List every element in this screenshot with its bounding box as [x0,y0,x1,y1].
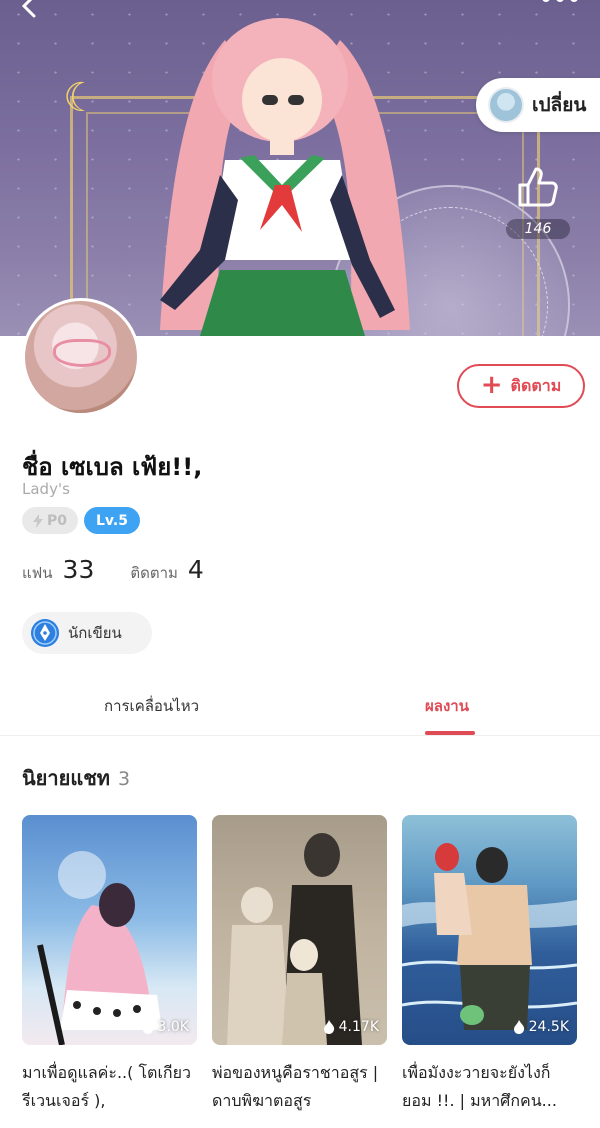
following-count[interactable]: 4 [188,555,204,584]
profile-banner: ☾ เปลี่ยน 146 [0,0,600,336]
follow-label: ติดตาม [510,375,562,395]
role-label: นักเขียน [68,624,122,642]
novel-cover[interactable]: 3.0K [22,815,197,1045]
tab-works[interactable]: ผลงาน [425,694,469,718]
flame-icon [513,1020,524,1034]
switch-avatar-icon [488,87,524,123]
cover-illustration [37,851,162,1045]
power-badge[interactable]: P0 [22,507,78,534]
like-count: 146 [506,219,570,239]
switch-label: เปลี่ยน [532,94,587,116]
chat-novel-list: 3.0K มาเพื่อดูแลค่ะ..( โตเกียวรีเวนเจอร์… [22,815,578,1115]
level-badge[interactable]: Lv.5 [84,507,140,534]
like-widget[interactable]: 146 [506,165,570,239]
novel-cover[interactable]: 24.5K [402,815,577,1045]
novel-title[interactable]: เพื่อมังงะวายจะยังไงก็ยอม !!. | มหาศึกคน… [402,1059,577,1115]
fans-label[interactable]: แฟน [22,561,53,585]
novel-card[interactable]: 3.0K มาเพื่อดูแลค่ะ..( โตเกียวรีเวนเจอร์… [22,815,197,1115]
view-count: 24.5K [513,1019,569,1035]
view-count: 3.0K [142,1019,189,1035]
moon-icon: ☾ [63,75,99,121]
following-label[interactable]: ติดตาม [130,561,178,585]
pen-nib-icon [31,619,59,647]
lightning-icon [32,513,43,528]
power-badge-label: P0 [46,512,67,529]
flame-icon [323,1020,334,1034]
cover-illustration [402,843,577,1030]
active-tab-indicator [425,731,475,735]
avatar-bow-decoration [53,339,111,367]
more-options-icon[interactable] [540,0,580,10]
view-count-value: 4.17K [338,1019,379,1035]
view-count: 4.17K [323,1019,379,1035]
section-title-label: นิยายแชท [22,766,110,790]
follow-button[interactable]: + ติดตาม [457,364,585,408]
avatar[interactable] [22,298,140,416]
section-count: 3 [118,768,131,790]
switch-profile-button[interactable]: เปลี่ยน [476,78,600,132]
novel-cover[interactable]: 4.17K [212,815,387,1045]
banner-character-illustration [160,18,410,336]
view-count-value: 3.0K [157,1019,189,1035]
novel-card[interactable]: 4.17K พ่อของหนูคือราชาอสูร | ดาบพิฆาตอสู… [212,815,387,1115]
profile-tabs: การเคลื่อนไหว ผลงาน [0,682,600,736]
novel-card[interactable]: 24.5K เพื่อมังงะวายจะยังไงก็ยอม !!. | มห… [402,815,577,1115]
cover-illustration [212,815,387,1045]
novel-title[interactable]: มาเพื่อดูแลค่ะ..( โตเกียวรีเวนเจอร์ ), [22,1059,197,1115]
profile-stats: แฟน 33 ติดตาม 4 [22,555,240,585]
fans-count[interactable]: 33 [63,555,95,584]
view-count-value: 24.5K [528,1019,569,1035]
section-title: นิยายแชท 3 [22,762,130,794]
plus-icon: + [480,369,503,400]
writer-role-chip[interactable]: นักเขียน [22,612,152,654]
flame-icon [142,1020,153,1034]
thumbs-up-icon[interactable] [516,165,560,209]
novel-title[interactable]: พ่อของหนูคือราชาอสูร | ดาบพิฆาตอสูร [212,1059,387,1115]
profile-subtitle: Lady's [22,480,70,498]
tab-activity[interactable]: การเคลื่อนไหว [104,694,199,718]
back-arrow-icon[interactable] [18,0,42,18]
badge-row: P0 Lv.5 [22,507,140,534]
